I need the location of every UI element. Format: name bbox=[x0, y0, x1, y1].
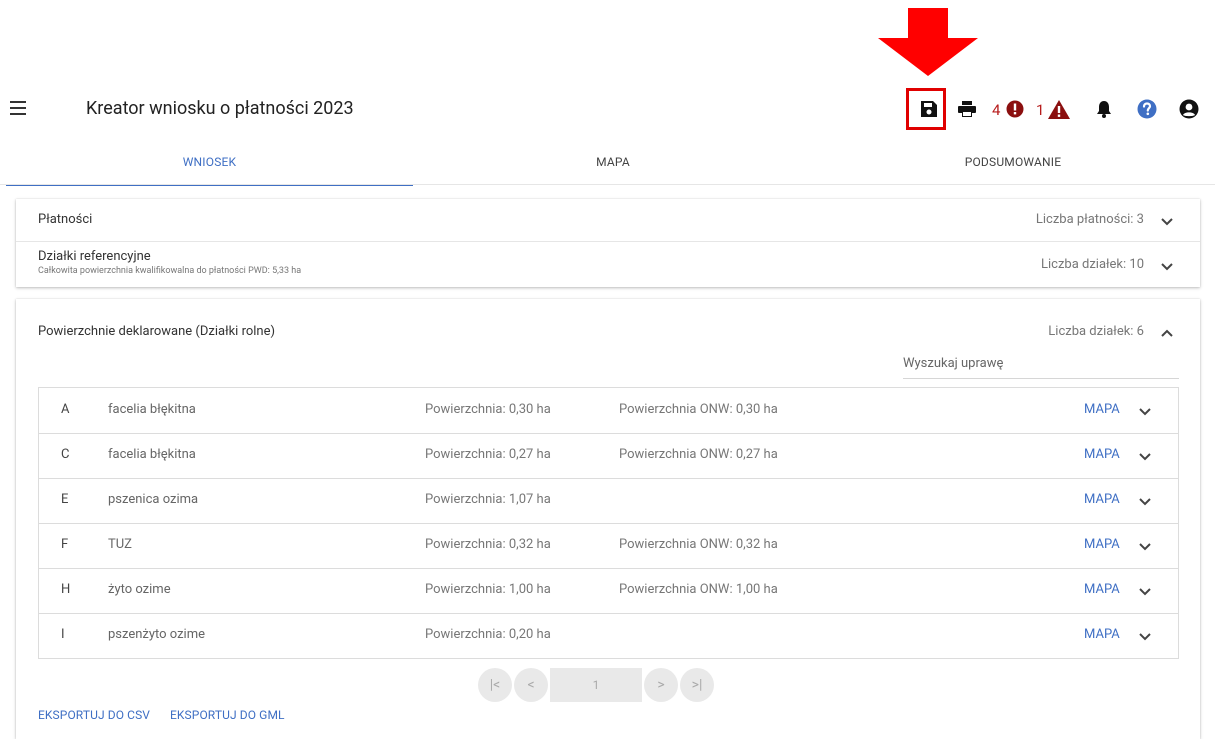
help-icon[interactable] bbox=[1136, 98, 1158, 120]
tabs-divider bbox=[0, 184, 1215, 185]
parcel-crop: facelia błękitna bbox=[108, 402, 196, 417]
export-gml-link[interactable]: EKSPORTUJ DO GML bbox=[170, 708, 285, 722]
bell-icon[interactable] bbox=[1094, 98, 1114, 120]
payments-title: Płatności bbox=[38, 212, 93, 227]
menu-icon[interactable] bbox=[10, 101, 30, 117]
parcel-map-link[interactable]: MAPA bbox=[1084, 582, 1120, 597]
parcel-crop: pszenżyto ozime bbox=[108, 627, 206, 642]
chevron-down-icon[interactable] bbox=[1138, 494, 1152, 508]
parcel-crop: TUZ bbox=[108, 537, 132, 552]
parcel-row-h[interactable]: H żyto ozime Powierzchnia: 1,00 ha Powie… bbox=[39, 568, 1178, 614]
parcel-onw-area: Powierzchnia ONW: 0,27 ha bbox=[619, 447, 778, 462]
payments-row[interactable]: Płatności Liczba płatności: 3 bbox=[16, 199, 1200, 242]
print-icon[interactable] bbox=[956, 98, 978, 120]
parcel-area: Powierzchnia: 0,30 ha bbox=[425, 402, 551, 417]
parcel-area: Powierzchnia: 0,20 ha bbox=[425, 627, 551, 642]
chevron-down-icon[interactable] bbox=[1138, 629, 1152, 643]
crop-search bbox=[903, 352, 1179, 379]
account-icon[interactable] bbox=[1178, 98, 1200, 120]
tab-bar: WNIOSEK MAPA PODSUMOWANIE bbox=[6, 150, 1215, 186]
chevron-down-icon[interactable] bbox=[1138, 404, 1152, 418]
tab-podsumowanie[interactable]: PODSUMOWANIE bbox=[813, 150, 1213, 184]
parcel-area: Powierzchnia: 0,27 ha bbox=[425, 447, 551, 462]
declared-title: Powierzchnie deklarowane (Działki rolne) bbox=[38, 324, 276, 339]
parcel-row-e[interactable]: E pszenica ozima Powierzchnia: 1,07 ha M… bbox=[39, 478, 1178, 524]
parcel-id: F bbox=[61, 537, 69, 552]
parcel-area: Powierzchnia: 1,07 ha bbox=[425, 492, 551, 507]
pagination: |< < 1 > >| bbox=[478, 668, 728, 702]
parcel-id: E bbox=[61, 492, 69, 507]
parcel-id: C bbox=[61, 447, 70, 462]
parcel-onw-area: Powierzchnia ONW: 0,32 ha bbox=[619, 537, 778, 552]
parcel-row-a[interactable]: A facelia błękitna Powierzchnia: 0,30 ha… bbox=[39, 388, 1178, 434]
declared-count: Liczba działek: 6 bbox=[1048, 324, 1144, 339]
parcel-row-i[interactable]: I pszenżyto ozime Powierzchnia: 0,20 ha … bbox=[39, 613, 1178, 658]
parcel-id: A bbox=[61, 402, 70, 417]
parcel-crop: żyto ozime bbox=[108, 582, 171, 597]
tab-wniosek[interactable]: WNIOSEK bbox=[6, 150, 413, 186]
parcel-id: H bbox=[61, 582, 71, 597]
summary-panel: Płatności Liczba płatności: 3 Działki re… bbox=[16, 199, 1200, 287]
parcel-map-link[interactable]: MAPA bbox=[1084, 537, 1120, 552]
reference-parcels-title: Działki referencyjne bbox=[38, 249, 151, 264]
parcel-map-link[interactable]: MAPA bbox=[1084, 627, 1120, 642]
error-icon[interactable] bbox=[1004, 98, 1026, 120]
parcel-onw-area: Powierzchnia ONW: 0,30 ha bbox=[619, 402, 778, 417]
reference-parcels-count: Liczba działek: 10 bbox=[1040, 257, 1144, 272]
parcel-row-c[interactable]: C facelia błękitna Powierzchnia: 0,27 ha… bbox=[39, 433, 1178, 479]
parcel-map-link[interactable]: MAPA bbox=[1084, 402, 1120, 417]
payments-count: Liczba płatności: 3 bbox=[1035, 212, 1144, 227]
chevron-down-icon[interactable] bbox=[1138, 539, 1152, 553]
parcel-crop: facelia błękitna bbox=[108, 447, 196, 462]
parcel-row-f[interactable]: F TUZ Powierzchnia: 0,32 ha Powierzchnia… bbox=[39, 523, 1178, 569]
first-page-button[interactable]: |< bbox=[478, 668, 512, 702]
parcel-onw-area: Powierzchnia ONW: 1,00 ha bbox=[619, 582, 778, 597]
prev-page-button[interactable]: < bbox=[514, 668, 548, 702]
export-csv-link[interactable]: EKSPORTUJ DO CSV bbox=[38, 708, 150, 722]
parcel-list: A facelia błękitna Powierzchnia: 0,30 ha… bbox=[38, 387, 1179, 659]
warning-count: 1 bbox=[1036, 101, 1045, 119]
chevron-down-icon[interactable] bbox=[1138, 584, 1152, 598]
reference-parcels-subtitle: Całkowita powierzchnia kwalifikowalna do… bbox=[38, 266, 302, 276]
crop-search-input[interactable] bbox=[903, 352, 1173, 375]
page-title: Kreator wniosku o płatności 2023 bbox=[86, 98, 354, 119]
next-page-button[interactable]: > bbox=[644, 668, 678, 702]
current-page-field[interactable]: 1 bbox=[550, 668, 642, 702]
parcel-crop: pszenica ozima bbox=[108, 492, 199, 507]
warning-icon[interactable] bbox=[1047, 98, 1071, 120]
parcel-area: Powierzchnia: 0,32 ha bbox=[425, 537, 551, 552]
last-page-button[interactable]: >| bbox=[680, 668, 714, 702]
chevron-down-icon[interactable] bbox=[1160, 259, 1174, 273]
reference-parcels-row[interactable]: Działki referencyjne Całkowita powierzch… bbox=[16, 242, 1200, 287]
parcel-map-link[interactable]: MAPA bbox=[1084, 492, 1120, 507]
parcel-area: Powierzchnia: 1,00 ha bbox=[425, 582, 551, 597]
annotation-arrow-icon bbox=[878, 8, 978, 76]
chevron-down-icon[interactable] bbox=[1160, 214, 1174, 228]
tab-mapa[interactable]: MAPA bbox=[413, 150, 813, 184]
chevron-down-icon[interactable] bbox=[1138, 449, 1152, 463]
save-icon[interactable] bbox=[918, 98, 940, 120]
parcel-map-link[interactable]: MAPA bbox=[1084, 447, 1120, 462]
parcel-id: I bbox=[61, 627, 65, 642]
error-count: 4 bbox=[992, 101, 1001, 119]
chevron-up-icon[interactable] bbox=[1160, 326, 1174, 340]
